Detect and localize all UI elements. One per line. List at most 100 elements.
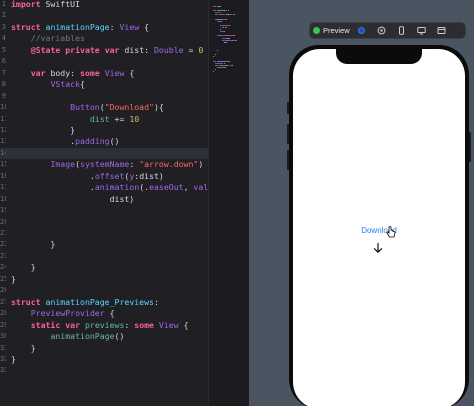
code-text: animationPage() bbox=[50, 331, 125, 342]
code-line[interactable]: 13 .padding() bbox=[0, 136, 208, 147]
minimap-line bbox=[224, 41, 227, 43]
line-number: 31 bbox=[0, 343, 6, 352]
line-number: 25 bbox=[0, 274, 6, 283]
code-text: struct animationPage: View { bbox=[11, 21, 150, 32]
line-number: 22 bbox=[0, 240, 6, 249]
code-text: Button("Download"){ bbox=[70, 102, 164, 113]
xcode-window: 1 import SwiftUI 2 3 struct animationPage: V… bbox=[0, 0, 474, 406]
code-line[interactable]: 25} bbox=[0, 274, 208, 285]
code-text: } bbox=[11, 262, 36, 273]
code-line[interactable]: 17 .animation(.easeOut, value: bbox=[0, 182, 208, 193]
code-line[interactable]: 22 } bbox=[0, 239, 208, 250]
minimap-line bbox=[220, 20, 222, 22]
live-status-dot-icon bbox=[313, 27, 320, 34]
code-line[interactable]: 8 VStack{ bbox=[0, 79, 208, 90]
preview-label: Preview bbox=[323, 26, 350, 35]
code-line[interactable]: 4 //variables bbox=[0, 33, 208, 44]
code-line[interactable]: 24 } bbox=[0, 262, 208, 273]
line-number: 14 bbox=[0, 148, 6, 157]
line-number: 1 bbox=[1, 0, 6, 8]
minimap-line bbox=[228, 24, 231, 26]
code-line[interactable]: 18 dist) bbox=[0, 194, 208, 205]
line-number: 19 bbox=[0, 206, 6, 215]
code-line[interactable]: 29 static var previews: some View { bbox=[0, 320, 208, 331]
minimap-line bbox=[224, 62, 225, 64]
code-line[interactable]: 32} bbox=[0, 354, 208, 365]
minimap-line bbox=[215, 64, 219, 66]
minimap-line bbox=[215, 62, 224, 64]
minimap-line bbox=[227, 10, 229, 12]
line-number: 21 bbox=[0, 229, 6, 237]
code-line[interactable]: 1 import SwiftUI bbox=[0, 0, 208, 10]
code-text: import SwiftUI bbox=[11, 0, 81, 9]
code-line[interactable]: 23 bbox=[0, 251, 208, 262]
code-text: dist += 10 bbox=[89, 113, 140, 124]
line-number: 6 bbox=[1, 57, 6, 66]
minimap-line bbox=[233, 35, 235, 37]
line-number: 9 bbox=[1, 91, 6, 100]
code-text: } bbox=[11, 342, 36, 353]
minimap-line bbox=[213, 6, 217, 7]
minimap-line bbox=[219, 14, 223, 16]
minimap-line bbox=[215, 12, 222, 14]
minimap-line bbox=[226, 27, 228, 28]
minimap-line bbox=[213, 71, 214, 73]
minimap[interactable] bbox=[208, 0, 250, 406]
code-text: } bbox=[11, 239, 56, 250]
code-text: .offset(y:dist) bbox=[11, 170, 164, 181]
minimap-line bbox=[236, 39, 237, 41]
code-line[interactable]: 31 } bbox=[0, 343, 208, 354]
line-number: 32 bbox=[0, 354, 6, 363]
code-text: dist) bbox=[11, 193, 135, 204]
code-line[interactable]: 10 Button("Download"){ bbox=[0, 102, 208, 113]
inspect-icon[interactable] bbox=[377, 26, 386, 35]
line-number: 8 bbox=[1, 80, 6, 89]
code-text: //variables bbox=[11, 33, 85, 44]
line-number: 5 bbox=[1, 45, 6, 54]
line-number: 17 bbox=[0, 183, 6, 192]
minimap-line bbox=[216, 60, 229, 62]
live-preview-icon[interactable] bbox=[357, 26, 366, 35]
minimap-line bbox=[232, 64, 233, 66]
preview-toolbar: Preview bbox=[309, 22, 466, 39]
code-line[interactable]: 33 bbox=[0, 365, 208, 376]
code-line[interactable]: 12 } bbox=[0, 125, 208, 136]
code-line[interactable]: 15 Image(systemName: "arrow.down") bbox=[0, 159, 208, 170]
line-number: 24 bbox=[0, 263, 6, 272]
code-line[interactable]: 14 bbox=[0, 147, 208, 159]
line-number: 30 bbox=[0, 332, 6, 341]
line-number: 28 bbox=[0, 309, 6, 318]
preview-status[interactable]: Preview bbox=[313, 25, 350, 36]
device-frame: Download bbox=[289, 45, 469, 406]
code-line[interactable]: 19 bbox=[0, 205, 208, 216]
code-text: .animation(.easeOut, value: bbox=[11, 182, 208, 193]
code-editor[interactable]: 1 import SwiftUI 2 3 struct animationPage: V… bbox=[0, 0, 208, 406]
code-line[interactable]: 21 bbox=[0, 228, 208, 239]
line-number: 7 bbox=[1, 68, 6, 77]
download-button[interactable]: Download bbox=[293, 226, 465, 235]
minimap-line bbox=[215, 54, 216, 56]
code-line[interactable]: 27 struct animationPage_Previews: bbox=[0, 297, 208, 308]
code-line[interactable]: 2 bbox=[0, 10, 208, 21]
device-icon[interactable] bbox=[417, 26, 426, 35]
code-line[interactable]: 7 var body: some View { bbox=[0, 68, 208, 79]
minimap-line bbox=[233, 14, 235, 16]
code-line[interactable]: 20 bbox=[0, 217, 208, 228]
device-notch bbox=[336, 49, 422, 64]
code-line[interactable]: 30 animationPage() bbox=[0, 331, 208, 342]
code-line[interactable]: 16 .offset(y:dist) bbox=[0, 171, 208, 182]
line-number: 27 bbox=[0, 297, 6, 306]
variants-icon[interactable] bbox=[397, 26, 406, 35]
code-line[interactable]: 6 bbox=[0, 56, 208, 67]
arrow-down-icon bbox=[373, 242, 383, 253]
settings-icon[interactable] bbox=[437, 26, 446, 35]
code-line[interactable]: 28 PreviewProvider { bbox=[0, 308, 208, 319]
code-line[interactable]: 5 @State private var dist: Double = 0 bbox=[0, 45, 208, 56]
code-line[interactable]: 3 struct animationPage: View { bbox=[0, 22, 208, 33]
code-line[interactable]: 26 bbox=[0, 285, 208, 296]
code-line[interactable]: 9 bbox=[0, 91, 208, 102]
line-number: 16 bbox=[0, 171, 6, 180]
minimap-line bbox=[217, 50, 218, 52]
minimap-line bbox=[215, 14, 219, 16]
code-line[interactable]: 11 dist += 10 bbox=[0, 114, 208, 125]
